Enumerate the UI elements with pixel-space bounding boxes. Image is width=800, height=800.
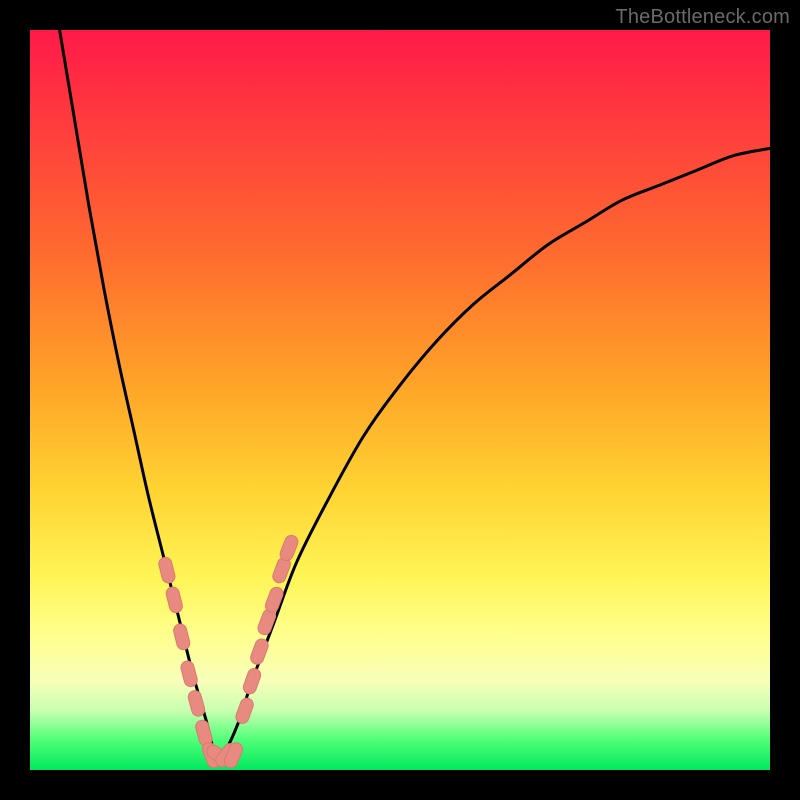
bottleneck-curve-path [60, 30, 770, 759]
watermark-text: TheBottleneck.com [615, 6, 790, 29]
data-marker [264, 585, 285, 614]
data-marker [157, 556, 176, 584]
plot-area [30, 30, 770, 770]
chart-frame: TheBottleneck.com [0, 0, 800, 800]
data-marker [242, 667, 263, 696]
data-marker [234, 696, 255, 725]
chart-overlay-svg [30, 30, 770, 770]
data-marker [278, 534, 300, 563]
data-marker [180, 660, 199, 688]
data-marker [165, 586, 184, 614]
data-marker [187, 689, 206, 718]
data-marker [249, 637, 270, 666]
data-markers [157, 534, 299, 770]
bottleneck-curve [60, 30, 770, 759]
data-marker [172, 623, 191, 651]
